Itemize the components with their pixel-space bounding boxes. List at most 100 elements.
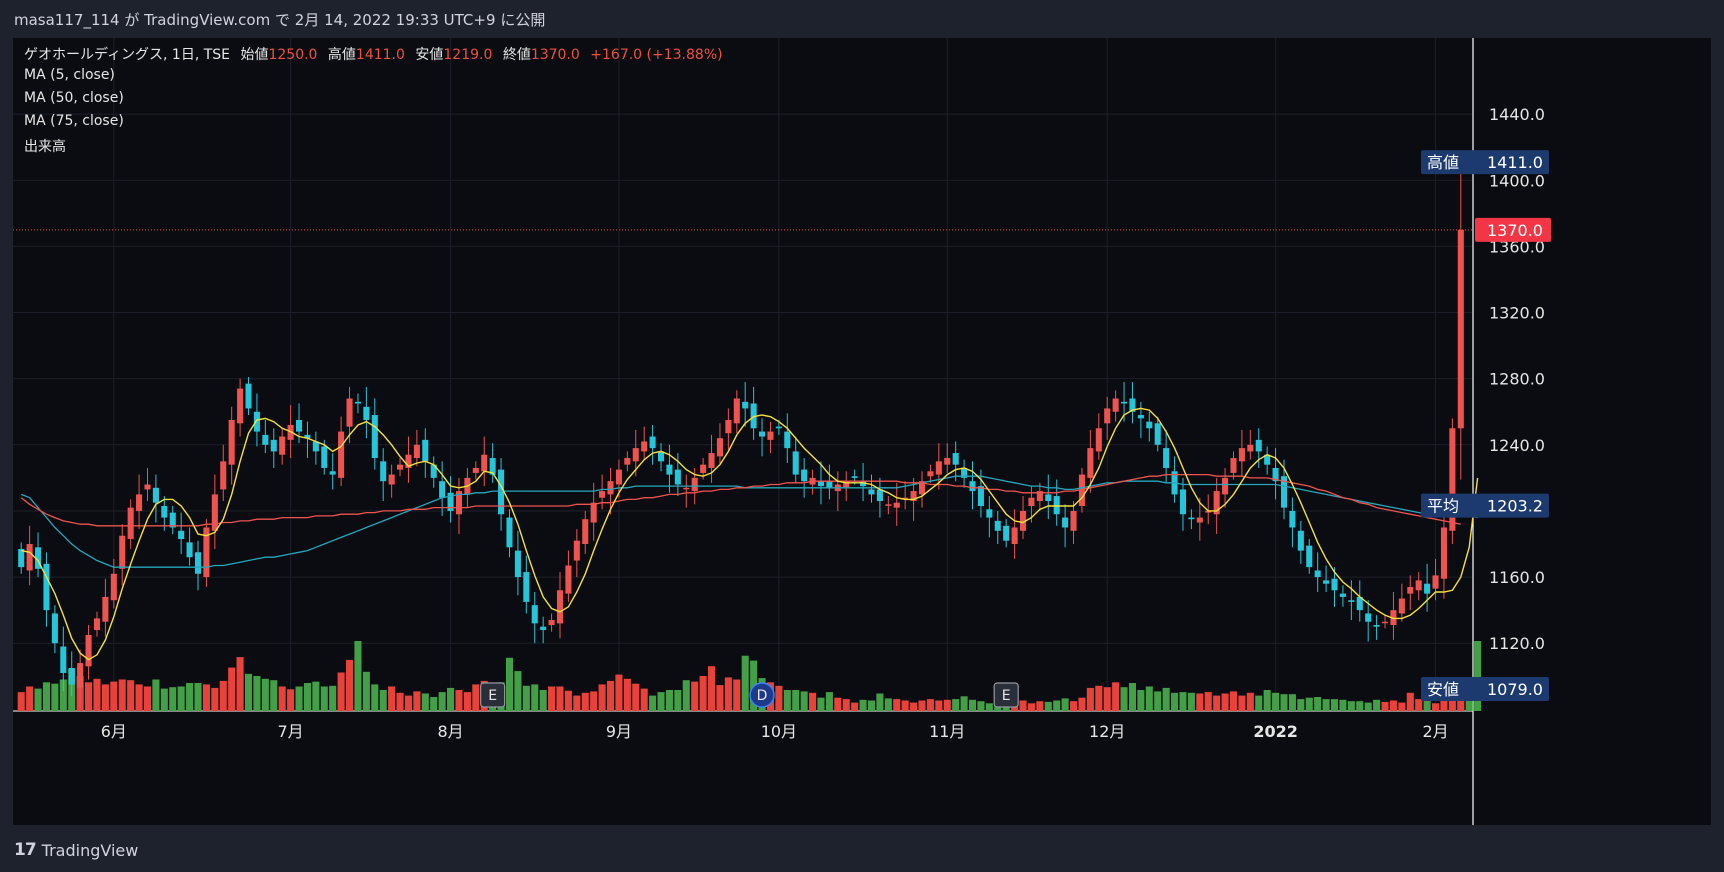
candle-body bbox=[1306, 545, 1313, 568]
candle-body bbox=[354, 401, 361, 404]
chart-panel[interactable]: 1440.01400.01360.01320.01280.01240.01200… bbox=[13, 38, 1711, 825]
volume-bar bbox=[1246, 692, 1254, 711]
volume-bar bbox=[1381, 701, 1389, 711]
volume-bar bbox=[1179, 692, 1187, 711]
volume-bar bbox=[1263, 690, 1271, 711]
volume-bar bbox=[379, 690, 387, 711]
volume-bar bbox=[1019, 700, 1027, 711]
legend-symbol[interactable]: ゲオホールディングス, 1日, TSE bbox=[24, 47, 230, 63]
volume-bar bbox=[581, 692, 589, 711]
price-chart[interactable]: 1440.01400.01360.01320.01280.01240.01200… bbox=[13, 38, 1711, 825]
volume-bar bbox=[143, 686, 152, 711]
candle-body bbox=[1407, 586, 1414, 594]
volume-bar bbox=[1145, 686, 1153, 711]
candle-body bbox=[178, 530, 185, 540]
ma50-line bbox=[20, 473, 1461, 527]
volume-bar bbox=[876, 693, 884, 711]
volume-bar bbox=[404, 695, 413, 711]
footer-brand-name: TradingView bbox=[41, 840, 139, 860]
candle-body bbox=[817, 481, 825, 487]
volume-bar bbox=[918, 700, 926, 711]
volume-bar bbox=[1171, 692, 1179, 711]
volume-bar bbox=[1137, 690, 1145, 711]
y-tick-label: 1400.0 bbox=[1489, 171, 1545, 190]
volume-bar bbox=[522, 685, 530, 711]
candle-body bbox=[1247, 444, 1254, 452]
candle-body bbox=[674, 469, 681, 485]
candle-body bbox=[363, 406, 370, 421]
site-name[interactable]: TradingView.com bbox=[144, 11, 270, 29]
candle-body bbox=[1087, 448, 1094, 478]
candle-body bbox=[1062, 517, 1069, 528]
candle-body bbox=[632, 448, 639, 462]
candle-body bbox=[186, 542, 193, 558]
volume-bar bbox=[135, 684, 143, 711]
volume-bar bbox=[101, 684, 109, 711]
volume-bar bbox=[455, 690, 463, 711]
volume-bar bbox=[1347, 701, 1355, 711]
candle-body bbox=[691, 477, 698, 492]
legend-ma5[interactable]: MA (5, close) bbox=[24, 67, 115, 83]
candle-body bbox=[1339, 593, 1346, 597]
volume-bar bbox=[665, 690, 673, 711]
candle-body bbox=[481, 454, 488, 472]
legend-close-label: 終値 bbox=[502, 47, 531, 63]
footer-brand[interactable]: 17 TradingView bbox=[14, 840, 138, 860]
volume-bar bbox=[741, 655, 749, 711]
legend-close-value: 1370.0 bbox=[530, 47, 580, 63]
volume-bar bbox=[127, 680, 135, 711]
volume-bar bbox=[707, 666, 716, 711]
volume-bar bbox=[51, 683, 59, 711]
candle-body bbox=[1457, 229, 1464, 429]
author-name[interactable]: masa117_114 bbox=[14, 11, 120, 29]
volume-bar bbox=[842, 699, 850, 711]
candle-body bbox=[439, 481, 446, 498]
candle-body bbox=[380, 461, 387, 482]
price-label-name: 平均 bbox=[1427, 497, 1459, 516]
volume-bar bbox=[1415, 699, 1423, 711]
candle-body bbox=[110, 573, 117, 601]
volume-bar bbox=[1061, 698, 1069, 711]
volume-bar bbox=[1229, 691, 1238, 711]
volume-bar bbox=[295, 686, 303, 711]
volume-bar bbox=[1154, 691, 1162, 711]
volume-bar bbox=[345, 659, 354, 711]
candle-body bbox=[1095, 428, 1102, 452]
x-tick-label: 9月 bbox=[606, 722, 632, 741]
candle-body bbox=[792, 451, 799, 475]
volume-bar bbox=[396, 692, 404, 711]
volume-bar bbox=[278, 686, 286, 711]
volume-bar bbox=[253, 676, 261, 711]
volume-bar bbox=[977, 701, 985, 711]
candle-body bbox=[573, 540, 580, 561]
candle-body bbox=[759, 431, 766, 437]
candle-body bbox=[969, 481, 976, 492]
candle-body bbox=[624, 458, 631, 465]
candle-body bbox=[93, 618, 101, 630]
legend-ma50[interactable]: MA (50, close) bbox=[24, 90, 124, 106]
legend-volume[interactable]: 出来高 bbox=[24, 136, 66, 156]
legend-ohlc: ゲオホールディングス, 1日, TSE 始値1250.0 高値1411.0 安値… bbox=[24, 44, 723, 64]
volume-bar bbox=[1112, 682, 1120, 711]
candle-body bbox=[253, 411, 260, 432]
candle-body bbox=[498, 469, 505, 515]
volume-bar bbox=[1196, 693, 1204, 711]
event-label: D bbox=[757, 688, 768, 704]
publish-info: masa117_114 が TradingView.com で 2月 14, 2… bbox=[14, 9, 545, 30]
volume-bar bbox=[792, 690, 800, 711]
volume-bar bbox=[219, 680, 227, 711]
volume-bar bbox=[463, 692, 471, 711]
volume-bar bbox=[34, 688, 42, 711]
volume-bar bbox=[1406, 692, 1414, 711]
candle-body bbox=[26, 544, 33, 571]
candle-body bbox=[1348, 600, 1355, 602]
volume-bar bbox=[1204, 692, 1212, 711]
candle-body bbox=[523, 572, 530, 602]
price-label-value: 1079.0 bbox=[1487, 680, 1543, 699]
candle-body bbox=[876, 489, 883, 502]
volume-bar bbox=[893, 699, 901, 711]
candle-body bbox=[85, 634, 92, 667]
candle-body bbox=[422, 439, 429, 462]
legend-ma75[interactable]: MA (75, close) bbox=[24, 113, 124, 129]
x-tick-label: 2月 bbox=[1422, 722, 1448, 741]
